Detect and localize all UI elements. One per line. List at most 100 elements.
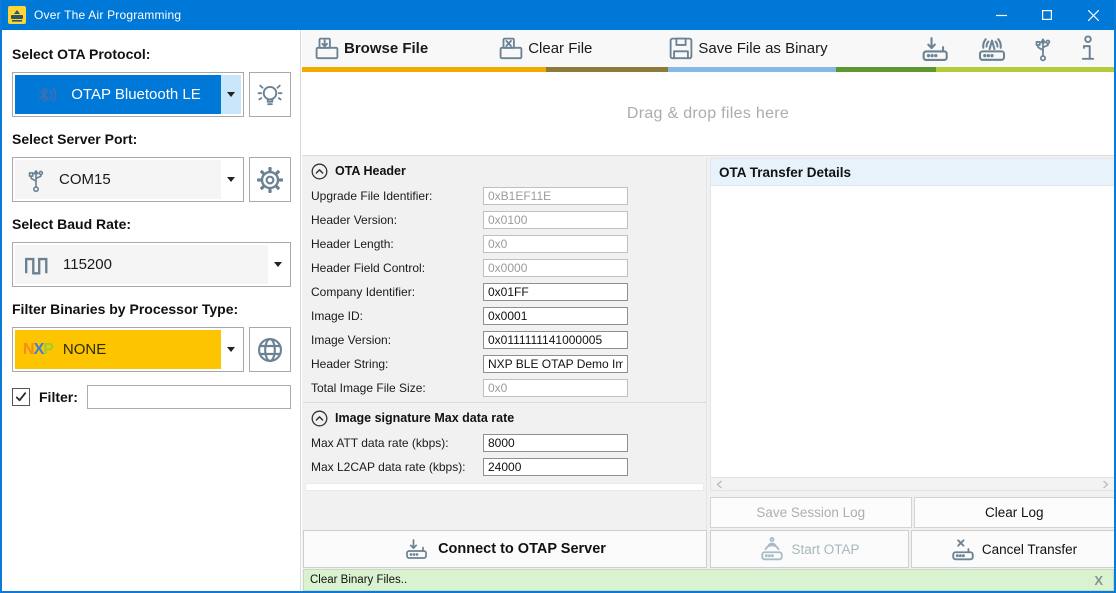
max-l2cap-data-rate-input[interactable] xyxy=(483,458,628,476)
collapse-signature-icon[interactable] xyxy=(311,410,328,427)
lightbulb-icon xyxy=(255,80,285,110)
processor-type-value: NONE xyxy=(63,341,106,358)
start-otap-label: Start OTAP xyxy=(791,542,859,557)
section-divider xyxy=(303,402,706,403)
window-title: Over The Air Programming xyxy=(34,8,181,22)
bluetooth-icon xyxy=(35,83,61,107)
max-att-data-rate-input[interactable] xyxy=(483,434,628,452)
download-to-server-icon[interactable] xyxy=(920,34,954,64)
image-version-input[interactable] xyxy=(483,331,628,349)
action-row: Connect to OTAP Server Start OTAP xyxy=(303,530,1114,569)
cancel-transfer-icon xyxy=(950,536,976,562)
browse-file-label: Browse File xyxy=(344,40,428,57)
header-version-input[interactable] xyxy=(483,211,628,229)
save-session-log-label: Save Session Log xyxy=(756,505,865,520)
cancel-transfer-label: Cancel Transfer xyxy=(982,542,1077,557)
browse-file-button[interactable]: Browse File xyxy=(306,30,434,67)
online-binaries-button[interactable] xyxy=(249,327,291,372)
form-horizontal-scrollbar[interactable] xyxy=(305,483,704,491)
field-label: Header Length: xyxy=(311,237,483,251)
field-label: Header Version: xyxy=(311,213,483,227)
processor-type-label: Filter Binaries by Processor Type: xyxy=(12,301,291,317)
clear-file-icon xyxy=(496,35,526,63)
header-length-input[interactable] xyxy=(483,235,628,253)
ota-header-panel: OTA Header Upgrade File Identifier: Head… xyxy=(303,158,707,530)
drag-drop-text: Drag & drop files here xyxy=(627,105,789,123)
ota-protocol-value: OTAP Bluetooth LE xyxy=(71,86,201,103)
field-label: Header Field Control: xyxy=(311,261,483,275)
connect-label: Connect to OTAP Server xyxy=(438,541,606,557)
save-session-log-button[interactable]: Save Session Log xyxy=(710,497,912,528)
total-image-file-size-input[interactable] xyxy=(483,379,628,397)
server-port-dropdown-arrow[interactable] xyxy=(221,160,241,199)
header-string-input[interactable] xyxy=(483,355,628,373)
save-binary-label: Save File as Binary xyxy=(698,40,827,57)
company-identifier-input[interactable] xyxy=(483,283,628,301)
field-label: Max ATT data rate (kbps): xyxy=(311,436,483,450)
server-port-select[interactable]: COM15 xyxy=(12,157,244,202)
transfer-horizontal-scrollbar[interactable] xyxy=(710,477,1115,491)
field-label: Total Image File Size: xyxy=(311,381,483,395)
app-icon xyxy=(8,6,26,24)
baud-rate-label: Select Baud Rate: xyxy=(12,216,291,232)
transfer-details-panel: OTA Transfer Details Save Session Log Cl… xyxy=(710,158,1115,530)
cancel-transfer-button[interactable]: Cancel Transfer xyxy=(911,530,1116,568)
server-port-label: Select Server Port: xyxy=(12,131,291,147)
gear-icon xyxy=(255,165,285,195)
usb-toolbar-icon[interactable] xyxy=(1030,34,1056,64)
header-field-control-input[interactable] xyxy=(483,259,628,277)
filter-label: Filter: xyxy=(39,389,78,405)
connect-server-icon xyxy=(404,536,432,562)
field-label: Header String: xyxy=(311,357,483,371)
ota-protocol-select[interactable]: OTAP Bluetooth LE xyxy=(12,72,244,117)
nxp-logo-icon: NXP xyxy=(23,341,53,359)
transfer-log-area xyxy=(710,186,1115,477)
field-label: Image Version: xyxy=(311,333,483,347)
application-window: Over The Air Programming Select OTA Prot… xyxy=(0,0,1116,593)
usb-icon xyxy=(23,166,49,194)
clear-file-label: Clear File xyxy=(528,40,592,57)
field-label: Image ID: xyxy=(311,309,483,323)
field-label: Max L2CAP data rate (kbps): xyxy=(311,460,483,474)
baud-rate-value: 115200 xyxy=(63,256,112,273)
signature-section-title: Image signature Max data rate xyxy=(335,411,514,425)
file-toolbar: Browse File Clear File xyxy=(302,30,1114,67)
save-file-as-binary-button[interactable]: Save File as Binary xyxy=(660,30,833,67)
server-port-value: COM15 xyxy=(59,171,111,188)
port-settings-button[interactable] xyxy=(249,157,291,202)
start-otap-button[interactable]: Start OTAP xyxy=(710,530,909,568)
ota-protocol-dropdown-arrow[interactable] xyxy=(221,75,241,114)
status-close-button[interactable]: X xyxy=(1090,573,1107,588)
save-binary-icon xyxy=(666,35,696,63)
ota-protocol-label: Select OTA Protocol: xyxy=(12,46,291,62)
scroll-left-icon xyxy=(716,480,723,489)
collapse-ota-header-icon[interactable] xyxy=(311,163,328,180)
filter-checkbox[interactable] xyxy=(12,388,30,406)
clear-log-button[interactable]: Clear Log xyxy=(914,497,1116,528)
hint-button[interactable] xyxy=(249,72,291,117)
globe-icon xyxy=(254,334,286,366)
image-id-input[interactable] xyxy=(483,307,628,325)
connect-to-otap-server-button[interactable]: Connect to OTAP Server xyxy=(303,530,707,568)
titlebar: Over The Air Programming xyxy=(0,0,1116,30)
status-bar: Clear Binary Files.. X xyxy=(303,569,1114,591)
processor-type-dropdown-arrow[interactable] xyxy=(221,330,241,369)
drag-drop-zone[interactable]: Drag & drop files here xyxy=(302,72,1114,156)
wireless-server-icon[interactable] xyxy=(974,34,1010,64)
close-button[interactable] xyxy=(1070,0,1116,30)
field-label: Company Identifier: xyxy=(311,285,483,299)
ota-header-title: OTA Header xyxy=(335,164,406,178)
baud-rate-dropdown-arrow[interactable] xyxy=(268,245,288,284)
start-otap-icon xyxy=(759,536,785,562)
processor-type-select[interactable]: NXP NONE xyxy=(12,327,244,372)
minimize-button[interactable] xyxy=(978,0,1024,30)
browse-file-icon xyxy=(312,35,342,63)
info-icon[interactable] xyxy=(1076,34,1100,64)
filter-input[interactable] xyxy=(87,385,291,409)
maximize-button[interactable] xyxy=(1024,0,1070,30)
sidebar: Select OTA Protocol: OTAP Bluetooth LE xyxy=(2,30,301,591)
transfer-details-title: OTA Transfer Details xyxy=(719,165,851,180)
clear-file-button[interactable]: Clear File xyxy=(490,30,598,67)
baud-rate-select[interactable]: 115200 xyxy=(12,242,291,287)
upgrade-file-identifier-input[interactable] xyxy=(483,187,628,205)
